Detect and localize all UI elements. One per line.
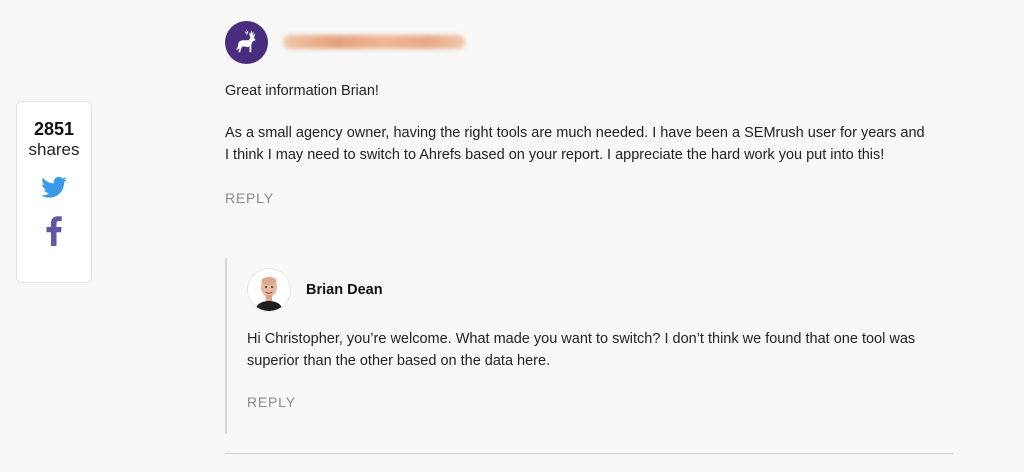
comments-page: 2851 shares Great information Brian! As … xyxy=(0,0,1024,472)
person-photo-icon xyxy=(255,277,283,311)
share-widget: 2851 shares xyxy=(16,101,92,283)
author-name[interactable]: Brian Dean xyxy=(306,282,383,298)
twitter-icon[interactable] xyxy=(40,174,68,202)
share-label: shares xyxy=(28,140,80,159)
reply-header: Brian Dean xyxy=(247,268,947,312)
facebook-icon[interactable] xyxy=(44,216,64,246)
reply-button[interactable]: REPLY xyxy=(247,394,296,410)
comment-header xyxy=(225,20,965,64)
comment-greeting: Great information Brian! xyxy=(225,83,379,99)
comment-body: Great information Brian! As a small agen… xyxy=(225,80,965,166)
avatar xyxy=(225,20,268,64)
reply-button[interactable]: REPLY xyxy=(225,190,274,206)
reply-thread: Brian Dean Hi Christopher, you’re welcom… xyxy=(225,258,947,434)
blurred-commenter-name xyxy=(283,35,465,49)
author-avatar xyxy=(247,268,291,312)
reply-text: Hi Christopher, you’re welcome. What mad… xyxy=(247,331,916,369)
share-count: 2851 xyxy=(33,119,75,139)
comment-text: As a small agency owner, having the righ… xyxy=(225,125,925,163)
deer-icon xyxy=(235,29,255,53)
comment: Great information Brian! As a small agen… xyxy=(225,20,965,208)
comment-divider xyxy=(225,453,953,454)
